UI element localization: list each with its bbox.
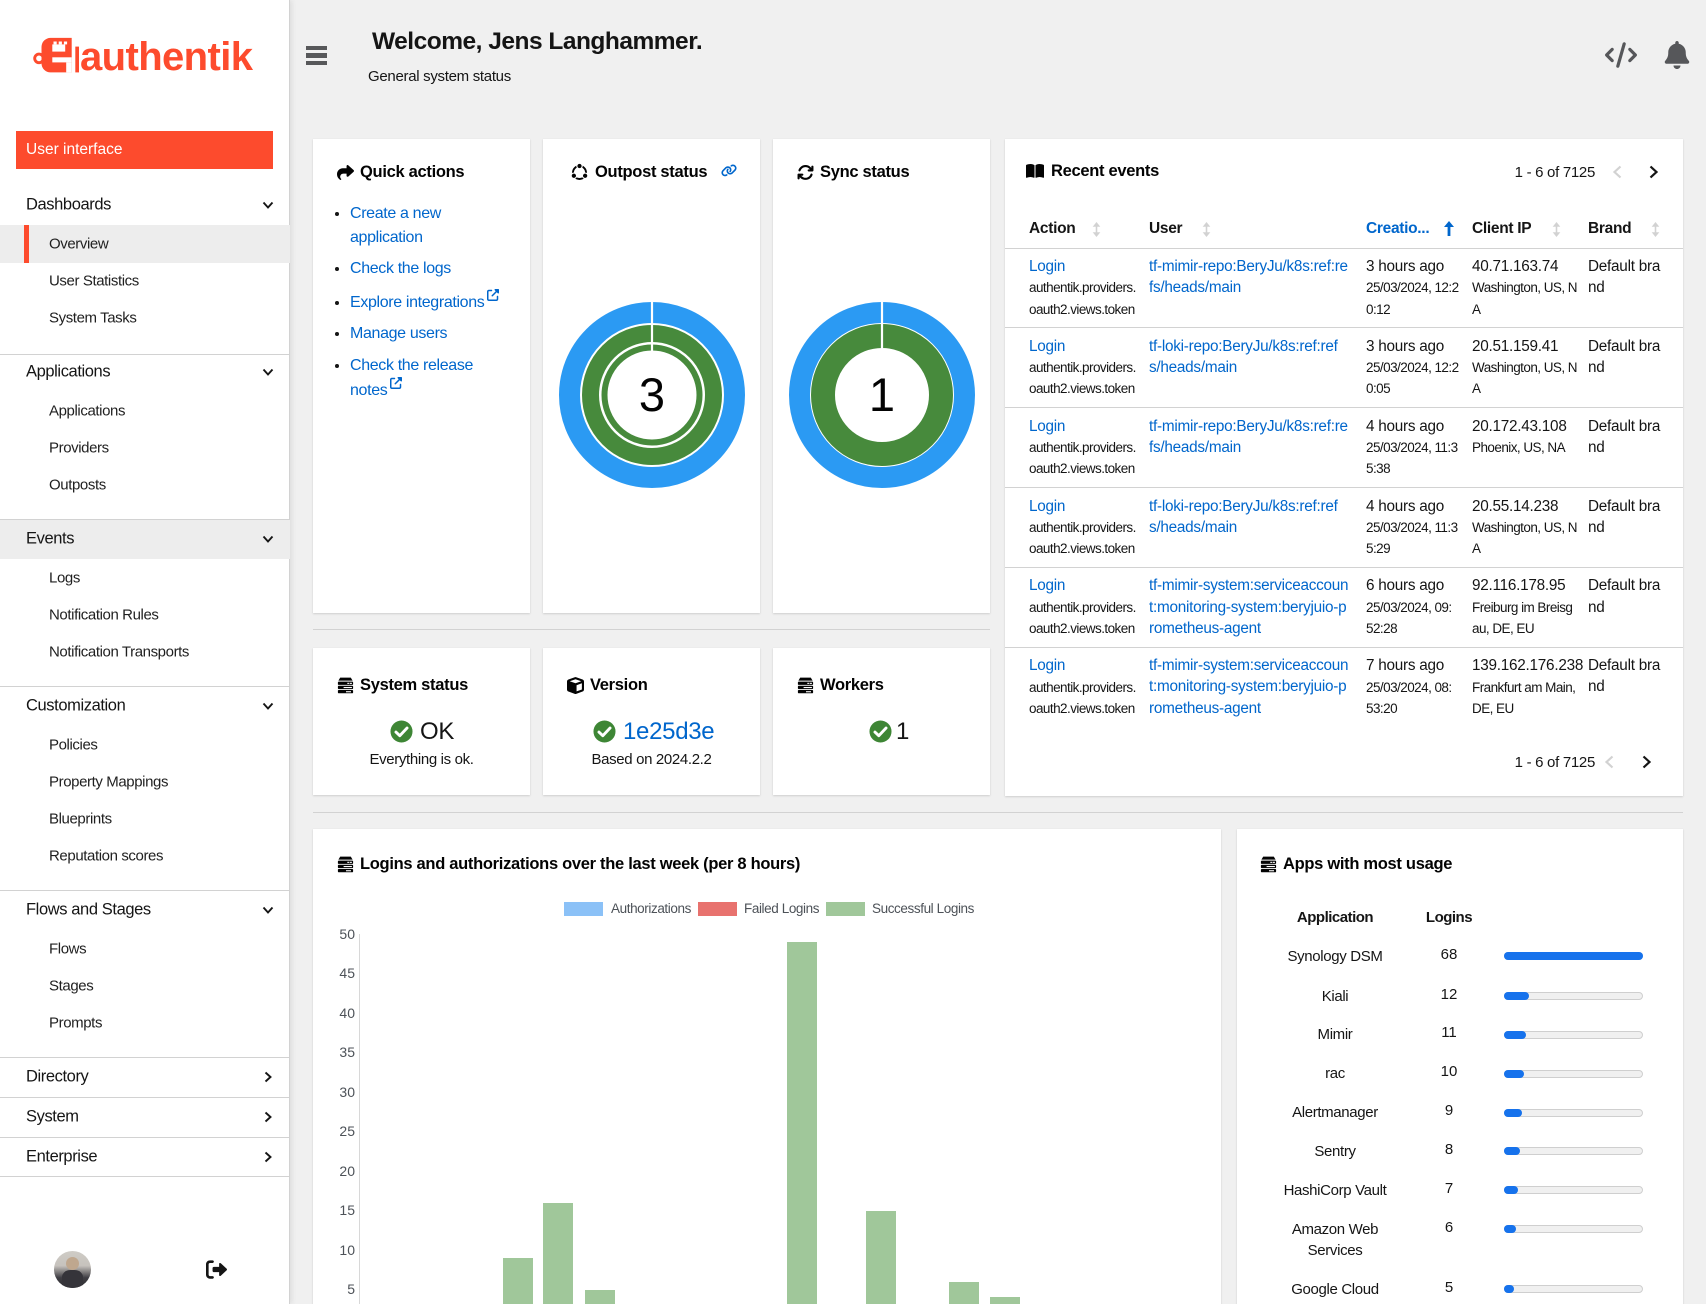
svg-text:3: 3 (639, 368, 665, 421)
svg-text:1: 1 (869, 368, 895, 421)
svg-text:authentik: authentik (80, 35, 254, 79)
